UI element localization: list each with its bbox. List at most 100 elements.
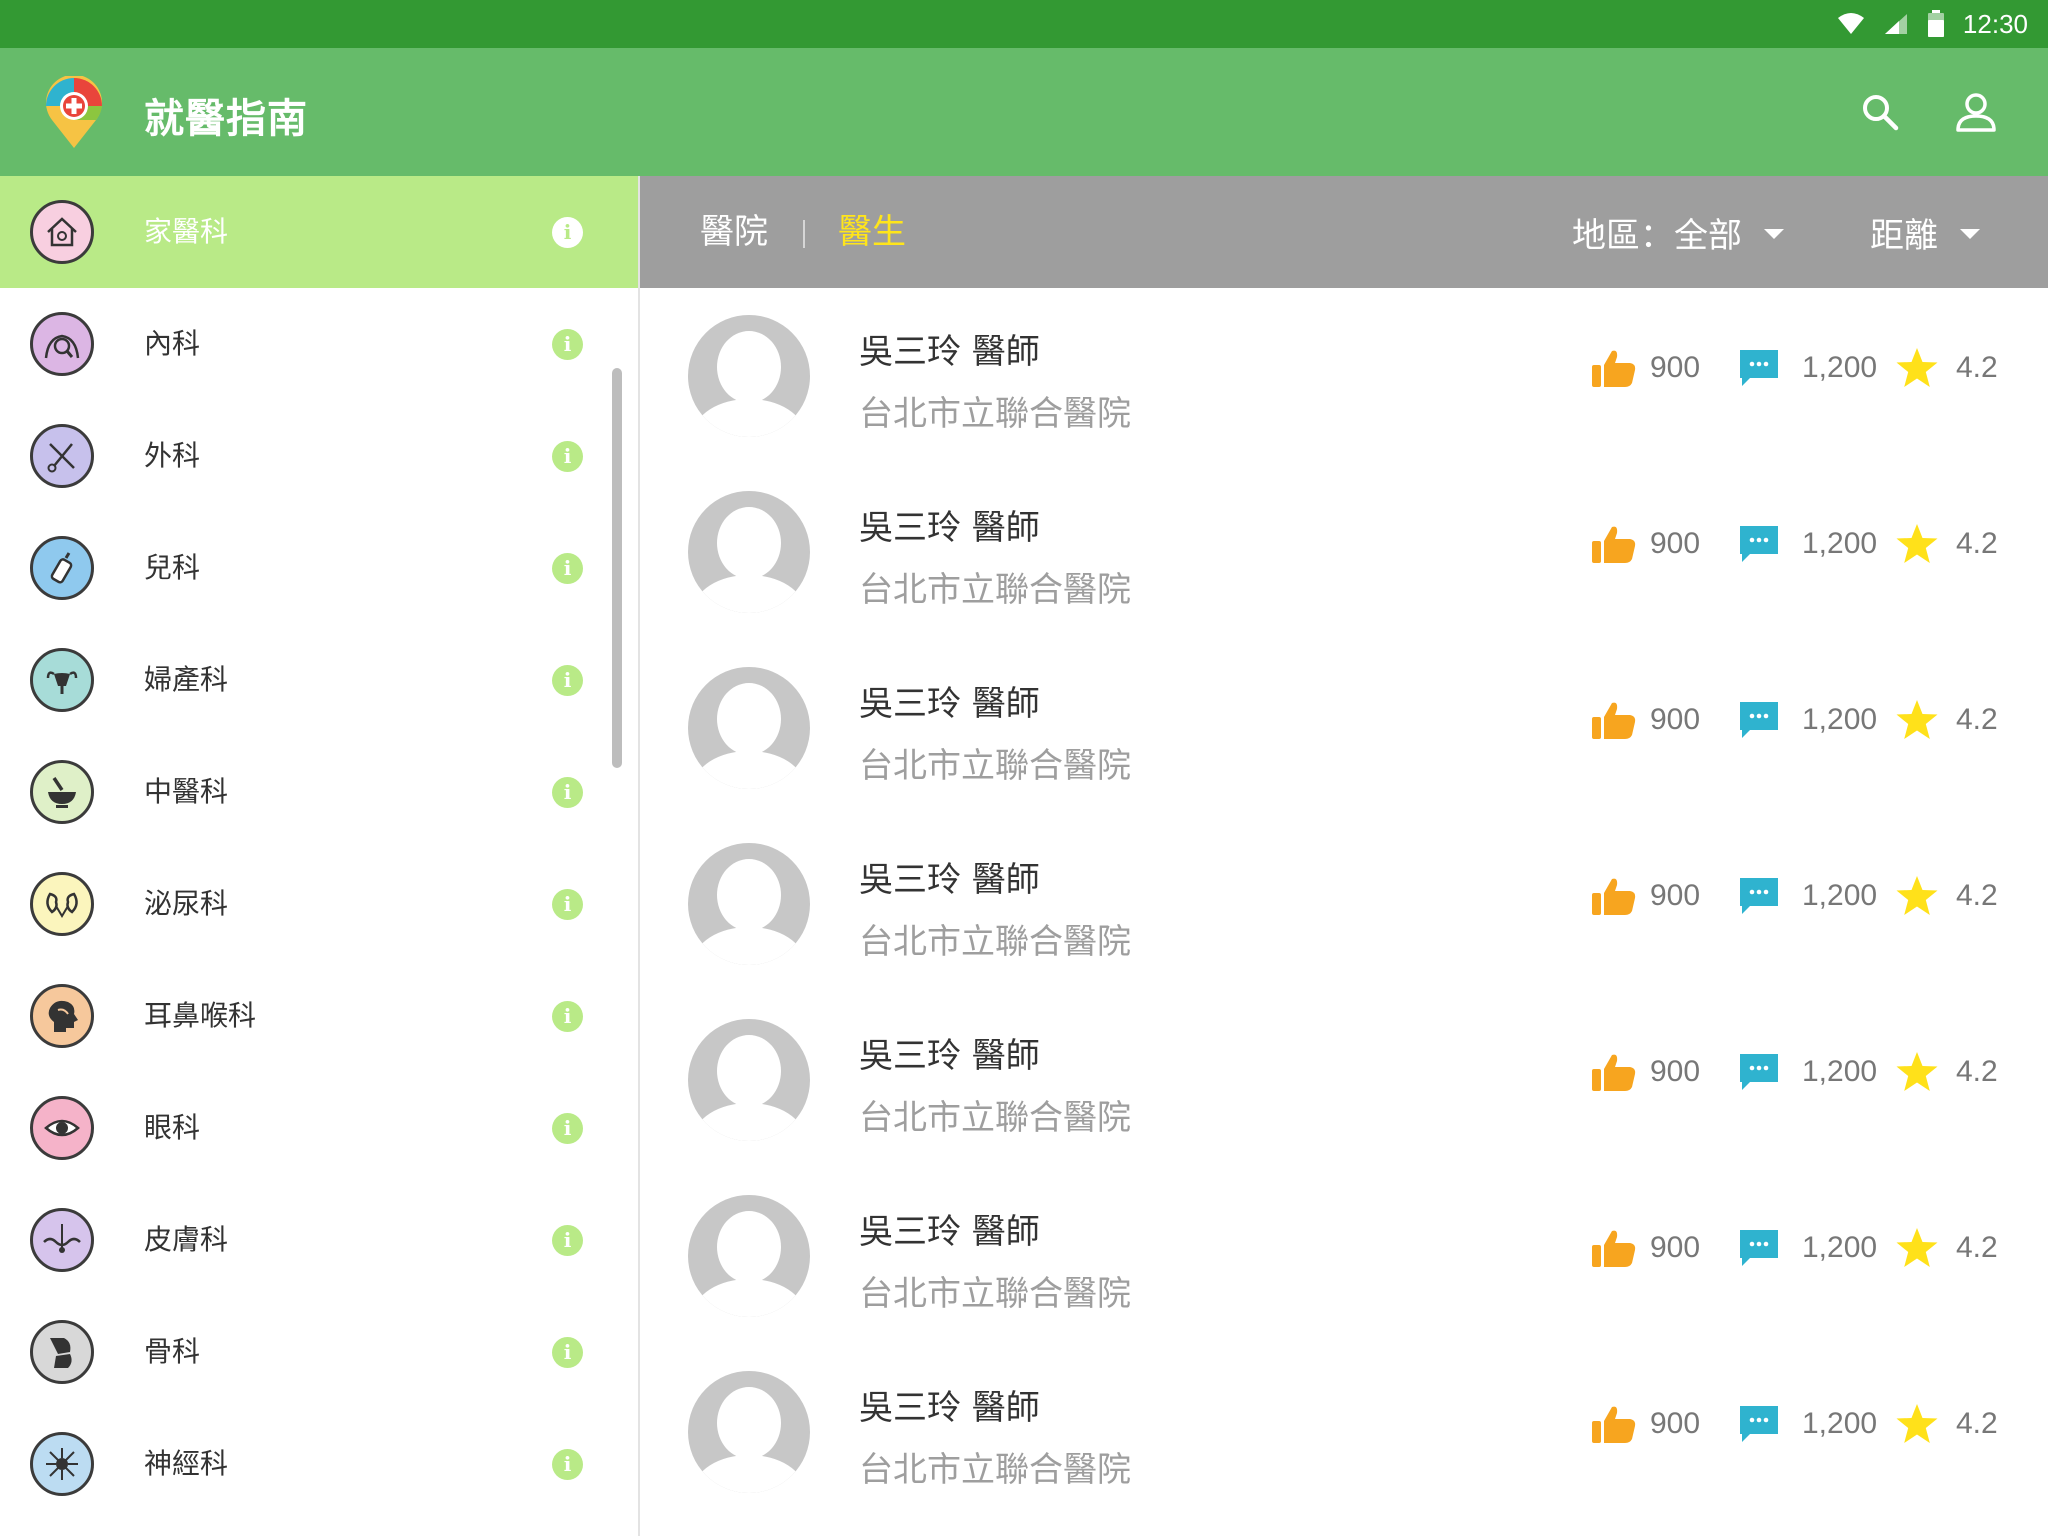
sidebar-item-label: 外科 <box>144 439 201 472</box>
comment-bubble-icon <box>1740 702 1778 738</box>
doctor-name: 吳三玲 醫師 <box>859 332 1040 372</box>
avatar <box>688 1195 810 1317</box>
doctor-name: 吳三玲 醫師 <box>859 508 1040 548</box>
region-dropdown[interactable]: 地區：全部 <box>1572 176 1784 288</box>
list-item[interactable]: 吳三玲 醫師 台北市立聯合醫院 900 1,200 4.2 <box>642 640 2048 816</box>
sidebar-item-internal-medicine[interactable]: 內科 i <box>0 288 638 400</box>
list-item[interactable]: 吳三玲 醫師 台北市立聯合醫院 900 1,200 4.2 <box>642 816 2048 992</box>
eye-icon <box>30 1096 94 1160</box>
thumbs-up-icon <box>1592 1406 1636 1443</box>
hospital-name: 台北市立聯合醫院 <box>859 1450 1131 1490</box>
hospital-name: 台北市立聯合醫院 <box>859 746 1131 786</box>
sidebar-item-label: 兒科 <box>144 551 201 584</box>
rating-stat: 4.2 <box>1894 522 1998 566</box>
info-icon[interactable]: i <box>552 889 583 920</box>
sidebar-item-label: 神經科 <box>144 1447 229 1480</box>
likes-stat: 900 <box>1590 1050 1700 1094</box>
rating-stat: 4.2 <box>1894 1226 1998 1270</box>
sidebar-item-family-medicine[interactable]: 家醫科 i <box>0 176 638 288</box>
wifi-icon <box>1837 13 1864 34</box>
list-item[interactable]: 吳三玲 醫師 台北市立聯合醫院 900 1,200 4.2 <box>642 992 2048 1168</box>
rating-value: 4.2 <box>1956 351 1998 384</box>
info-icon[interactable]: i <box>552 1225 583 1256</box>
sidebar-item-urology[interactable]: 泌尿科 i <box>0 848 638 960</box>
info-icon[interactable]: i <box>552 441 583 472</box>
hospital-name: 台北市立聯合醫院 <box>859 1274 1131 1314</box>
sidebar-item-label: 婦產科 <box>144 663 229 696</box>
app-logo-icon <box>46 76 102 148</box>
status-icons: 12:30 <box>1837 0 2028 48</box>
list-item[interactable]: 吳三玲 醫師 台北市立聯合醫院 900 1,200 4.2 <box>642 1168 2048 1344</box>
sidebar-item-ophthalmology[interactable]: 眼科 i <box>0 1072 638 1184</box>
sidebar-item-ent[interactable]: 耳鼻喉科 i <box>0 960 638 1072</box>
list-item[interactable]: 吳三玲 醫師 台北市立聯合醫院 900 1,200 4.2 <box>642 464 2048 640</box>
scissors-scalpel-icon <box>30 424 94 488</box>
doctor-name: 吳三玲 醫師 <box>859 860 1040 900</box>
avatar <box>688 667 810 789</box>
info-icon[interactable]: i <box>552 1337 583 1368</box>
info-icon[interactable]: i <box>552 1449 583 1480</box>
comments-stat: 1,200 <box>1738 1402 1877 1446</box>
search-button[interactable] <box>1852 84 1908 140</box>
filter-bar: 醫院 醫生 地區：全部 距離 <box>640 176 2048 288</box>
list-item[interactable]: 吳三玲 醫師 台北市立聯合醫院 900 1,200 4.2 <box>642 1344 2048 1520</box>
account-icon <box>1956 93 1996 132</box>
comments-count: 1,200 <box>1802 351 1878 384</box>
rating-value: 4.2 <box>1956 879 1998 912</box>
info-icon[interactable]: i <box>552 665 583 696</box>
comments-stat: 1,200 <box>1738 698 1877 742</box>
comments-stat: 1,200 <box>1738 1050 1877 1094</box>
comments-count: 1,200 <box>1802 879 1878 912</box>
comment-bubble-icon <box>1740 1406 1778 1442</box>
sidebar-item-neurology[interactable]: 神經科 i <box>0 1408 638 1520</box>
rating-stat: 4.2 <box>1894 874 1998 918</box>
rating-stat: 4.2 <box>1894 698 1998 742</box>
account-button[interactable] <box>1948 84 2004 140</box>
likes-count: 900 <box>1650 1407 1701 1440</box>
tab-doctors[interactable]: 醫生 <box>838 176 906 288</box>
doctor-name: 吳三玲 醫師 <box>859 1036 1040 1076</box>
star-icon <box>1896 700 1938 739</box>
sidebar-item-label: 骨科 <box>144 1335 201 1368</box>
info-icon[interactable]: i <box>552 777 583 808</box>
comments-stat: 1,200 <box>1738 874 1877 918</box>
likes-stat: 900 <box>1590 1402 1700 1446</box>
sidebar-scrollbar[interactable] <box>612 368 622 768</box>
info-icon[interactable]: i <box>552 1001 583 1032</box>
avatar <box>688 491 810 613</box>
clock: 12:30 <box>1962 8 2028 39</box>
sidebar-item-surgery[interactable]: 外科 i <box>0 400 638 512</box>
sidebar-item-dermatology[interactable]: 皮膚科 i <box>0 1184 638 1296</box>
distance-dropdown[interactable]: 距離 <box>1870 176 1980 288</box>
likes-count: 900 <box>1650 1055 1701 1088</box>
star-icon <box>1896 1052 1938 1091</box>
likes-stat: 900 <box>1590 874 1700 918</box>
doctor-list: 吳三玲 醫師 台北市立聯合醫院 900 1,200 4.2 吳三玲 醫師 台北市… <box>642 288 2048 1536</box>
tab-divider <box>803 220 805 248</box>
thumbs-up-icon <box>1592 702 1636 739</box>
star-icon <box>1896 876 1938 915</box>
sidebar-item-pediatrics[interactable]: 兒科 i <box>0 512 638 624</box>
info-icon[interactable]: i <box>552 553 583 584</box>
sidebar-item-chinese-medicine[interactable]: 中醫科 i <box>0 736 638 848</box>
avatar <box>688 1371 810 1493</box>
avatar <box>688 1019 810 1141</box>
info-icon[interactable]: i <box>552 1113 583 1144</box>
skin-layer-icon <box>30 1208 94 1272</box>
list-item[interactable]: 吳三玲 醫師 台北市立聯合醫院 900 1,200 4.2 <box>642 288 2048 464</box>
comment-bubble-icon <box>1740 350 1778 386</box>
tab-hospitals[interactable]: 醫院 <box>700 176 768 288</box>
star-icon <box>1896 524 1938 563</box>
likes-count: 900 <box>1650 527 1701 560</box>
sidebar-item-label: 中醫科 <box>144 775 229 808</box>
comment-bubble-icon <box>1740 1230 1778 1266</box>
chevron-down-icon <box>1764 229 1784 239</box>
rating-value: 4.2 <box>1956 1055 1998 1088</box>
info-icon[interactable]: i <box>552 329 583 360</box>
star-icon <box>1896 348 1938 387</box>
sidebar-item-obstetrics-gynecology[interactable]: 婦產科 i <box>0 624 638 736</box>
star-icon <box>1896 1404 1938 1443</box>
sidebar-item-orthopedics[interactable]: 骨科 i <box>0 1296 638 1408</box>
info-icon[interactable]: i <box>552 217 583 248</box>
thumbs-up-icon <box>1592 878 1636 915</box>
